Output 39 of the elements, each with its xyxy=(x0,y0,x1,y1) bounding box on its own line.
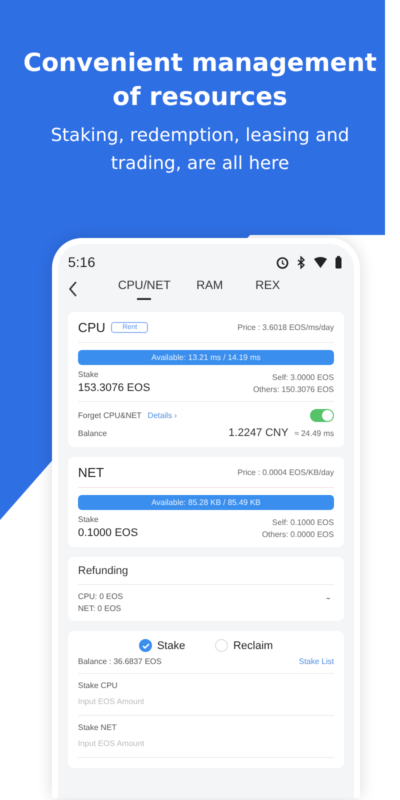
expand-toggle[interactable]: ˜ xyxy=(322,597,334,608)
card-title: Refunding xyxy=(78,565,130,577)
back-icon[interactable] xyxy=(68,281,78,297)
headline: Convenient management of resources xyxy=(22,47,378,113)
balance-value: 1.2247 CNY xyxy=(228,427,288,439)
stake-value: 0.1000 EOS xyxy=(78,527,138,539)
price-text: Price : 3.6018 EOS/ms/day xyxy=(238,323,334,332)
self-stake-text: Self: 0.1000 EOS xyxy=(272,518,334,527)
stake-label: Stake xyxy=(78,370,100,379)
toggle-switch[interactable] xyxy=(310,409,334,422)
field-label: Stake CPU xyxy=(78,681,119,690)
tab[interactable]: REX xyxy=(242,276,293,302)
tab[interactable]: RAM xyxy=(184,276,235,302)
price-text: Price : 0.0004 EOS/KB/day xyxy=(238,468,334,477)
details-link[interactable]: Details › xyxy=(148,411,177,420)
card-title: NET xyxy=(78,465,104,480)
field-label: Stake NET xyxy=(78,723,118,732)
radio-option[interactable]: Reclaim xyxy=(215,639,273,652)
refund-cpu-text: CPU: 0 EOS xyxy=(78,592,123,601)
battery-icon xyxy=(335,256,342,268)
balance-equivalent: ≈ 24.49 ms xyxy=(294,428,334,438)
refund-net-text: NET: 0 EOS xyxy=(78,604,122,613)
status-time: 5:16 xyxy=(68,254,96,270)
self-stake-text: Self: 3.0000 EOS xyxy=(272,373,334,382)
card-title: CPU xyxy=(78,320,106,335)
others-stake-text: Others: 0.0000 EOS xyxy=(262,530,334,539)
balance-label: Balance xyxy=(78,428,107,438)
stake-value: 153.3076 EOS xyxy=(78,382,150,394)
forget-label: Forget CPU&NET xyxy=(78,411,142,420)
bluetooth-icon xyxy=(297,256,306,268)
wifi-icon xyxy=(314,256,327,268)
subtitle: Staking, redemption, leasing and trading, are all here xyxy=(50,124,350,176)
available-bar: Available: 13.21 ms / 14.19 ms xyxy=(78,350,334,365)
radio-option[interactable]: Stake xyxy=(139,639,186,652)
others-stake-text: Others: 150.3076 EOS xyxy=(253,385,334,394)
available-bar: Available: 85.28 KB / 85.49 KB xyxy=(78,495,334,510)
alarm-clock-icon xyxy=(276,256,289,268)
stake-label: Stake xyxy=(78,515,100,524)
balance-text: Balance : 36.6837 EOS xyxy=(78,657,162,666)
